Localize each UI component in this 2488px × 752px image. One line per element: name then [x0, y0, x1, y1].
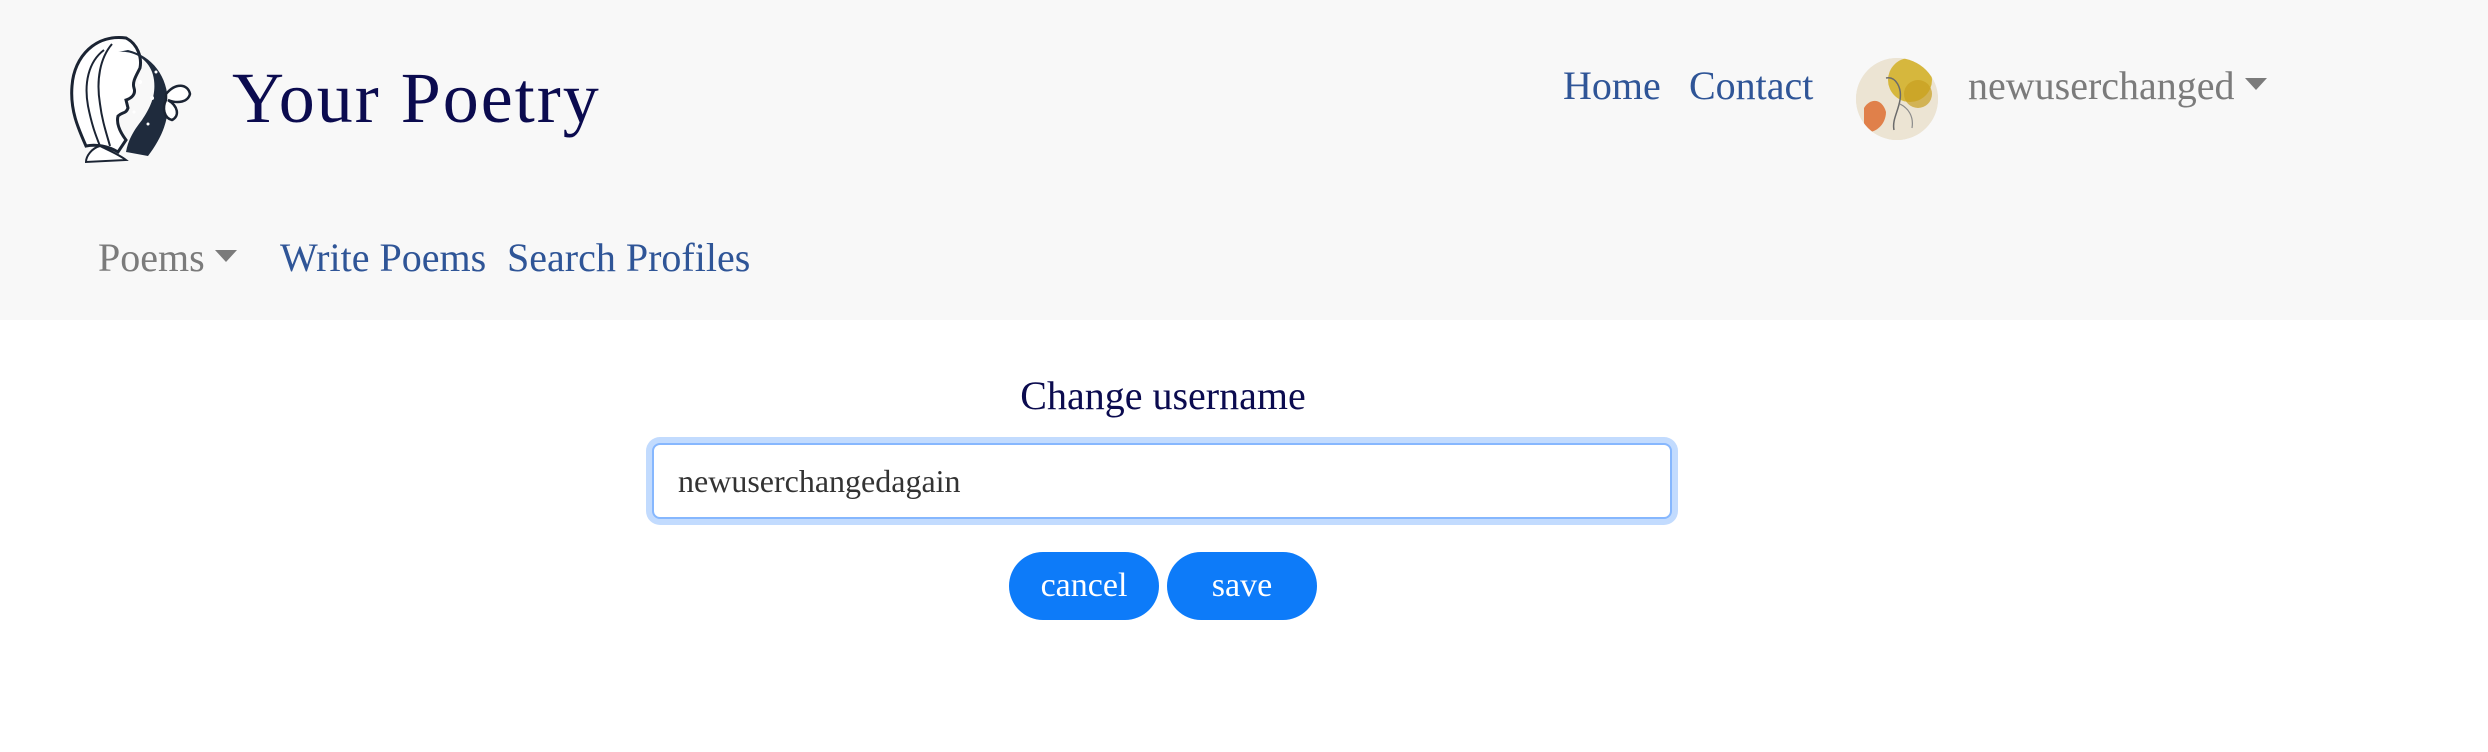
- brand-title[interactable]: Your Poetry: [232, 62, 601, 134]
- cancel-button[interactable]: cancel: [1009, 552, 1159, 620]
- username-input[interactable]: [652, 443, 1672, 519]
- navbar: Your Poetry Home Contact newuserchanged …: [0, 0, 2488, 320]
- nav-link-contact[interactable]: Contact: [1689, 66, 1813, 106]
- user-menu-dropdown[interactable]: newuserchanged: [1968, 66, 2267, 106]
- nav-link-home[interactable]: Home: [1563, 66, 1661, 106]
- nav-link-search-profiles[interactable]: Search Profiles: [507, 238, 750, 278]
- user-avatar[interactable]: [1856, 58, 1938, 140]
- nav-link-write-poems[interactable]: Write Poems: [280, 238, 486, 278]
- poems-dropdown[interactable]: Poems: [98, 238, 237, 278]
- change-username-title: Change username: [1020, 373, 1306, 418]
- caret-down-icon: [214, 249, 237, 262]
- poems-dropdown-label: Poems: [98, 235, 205, 280]
- woman-profile-logo-icon[interactable]: [56, 28, 196, 164]
- user-menu-label: newuserchanged: [1968, 63, 2235, 108]
- caret-down-icon: [2244, 77, 2267, 90]
- save-button[interactable]: save: [1167, 552, 1317, 620]
